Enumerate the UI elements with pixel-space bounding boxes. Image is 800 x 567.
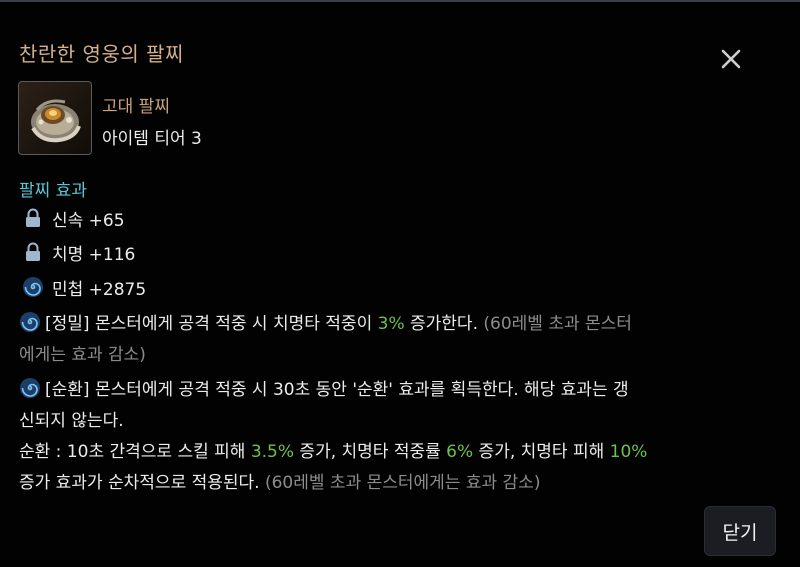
precision-value: 3% xyxy=(377,314,405,334)
item-image-frame xyxy=(18,81,92,155)
cycle-detail-a: 순환 : 10초 간격으로 스킬 피해 xyxy=(19,442,251,462)
effect-cycle: [순환] 몬스터에게 공격 적중 시 30초 동안 '순환' 효과를 획득한다.… xyxy=(19,375,781,499)
lock-icon xyxy=(20,239,46,265)
precision-suffix: 증가한다. xyxy=(404,314,478,334)
stat-row-crit: 치명 +116 xyxy=(20,239,135,265)
stat-text: 신속 +65 xyxy=(52,210,125,231)
effects-section-title: 팔찌 효과 xyxy=(19,181,87,201)
cycle-note: (60레벨 초과 몬스터에게는 효과 감소) xyxy=(259,473,541,493)
item-grade: 고대 팔찌 xyxy=(102,97,170,117)
stat-row-agility: 민첩 +2875 xyxy=(20,274,146,300)
stat-text: 치명 +116 xyxy=(52,244,136,265)
cycle-text-cont: 신되지 않는다. xyxy=(19,411,124,431)
cycle-value-skill-damage: 3.5% xyxy=(250,442,295,462)
cycle-text: [순환] 몬스터에게 공격 적중 시 30초 동안 '순환' 효과를 획득한다.… xyxy=(45,380,629,400)
precision-note: (60레벨 초과 몬스터 xyxy=(477,314,632,334)
cycle-value-crit-rate: 6% xyxy=(446,442,474,462)
stat-row-speed: 신속 +65 xyxy=(20,205,125,231)
close-text-button[interactable]: 닫기 xyxy=(704,506,776,556)
spiral-icon xyxy=(19,377,43,399)
spiral-icon xyxy=(19,311,43,333)
cycle-detail-d: 증가 효과가 순차적으로 적용된다. xyxy=(19,473,260,493)
item-tooltip-dialog: 찬란한 영웅의 팔찌 고대 팔찌 아이템 티어 3 팔찌 효과 신속 +65 치… xyxy=(0,0,800,567)
cycle-detail-c: 증가, 치명타 피해 xyxy=(473,442,610,462)
close-button[interactable] xyxy=(716,44,746,74)
precision-text: [정밀] 몬스터에게 공격 적중 시 치명타 적중이 xyxy=(45,314,378,334)
close-icon[interactable] xyxy=(716,44,746,74)
stat-text: 민첩 +2875 xyxy=(52,279,147,300)
item-tier: 아이템 티어 3 xyxy=(102,129,202,149)
effect-precision: [정밀] 몬스터에게 공격 적중 시 치명타 적중이 3% 증가한다. (60레… xyxy=(19,309,781,371)
precision-note-cont: 에게는 효과 감소) xyxy=(19,345,146,365)
cycle-detail-b: 증가, 치명타 적중률 xyxy=(294,442,447,462)
bracelet-icon xyxy=(31,99,81,143)
cycle-value-crit-damage: 10% xyxy=(609,442,648,462)
dialog-title: 찬란한 영웅의 팔찌 xyxy=(19,42,184,66)
lock-icon xyxy=(20,205,46,231)
spiral-icon xyxy=(20,274,46,300)
